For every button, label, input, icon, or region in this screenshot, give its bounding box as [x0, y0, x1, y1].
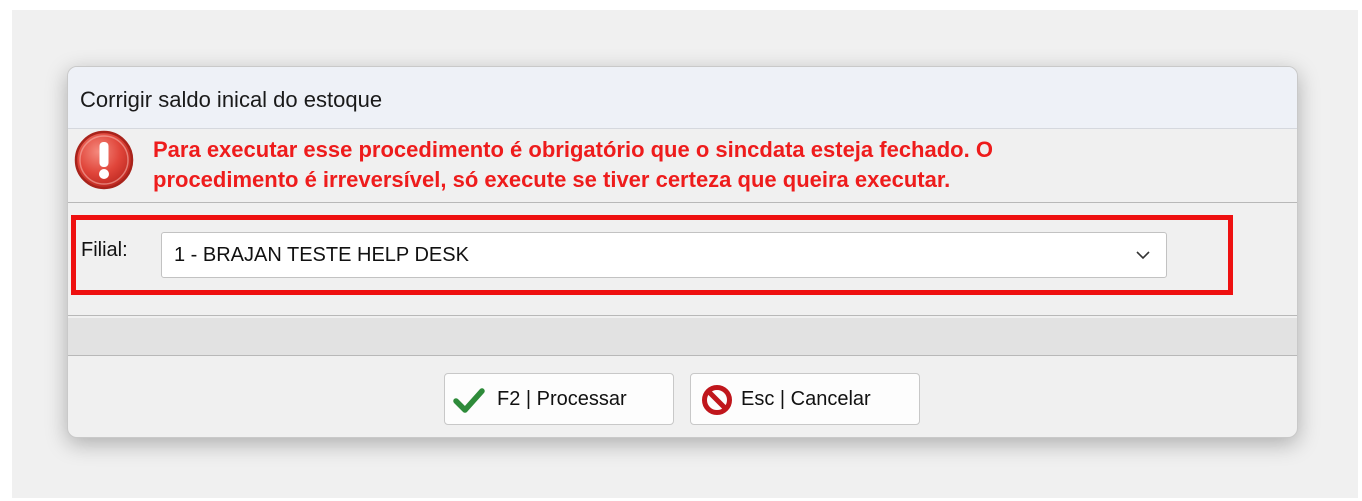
cancel-button-label: Esc | Cancelar	[741, 388, 871, 410]
warning-line-1: Para executar esse procedimento é obriga…	[153, 137, 993, 162]
no-entry-icon	[702, 385, 732, 415]
exclamation-icon	[74, 130, 134, 190]
process-button-label: F2 | Processar	[497, 388, 627, 410]
warning-line-2: procedimento é irreversível, só execute …	[153, 167, 951, 192]
checkmark-icon	[453, 388, 485, 413]
filial-select[interactable]: 1 - BRAJAN TESTE HELP DESK	[161, 232, 1167, 278]
process-button[interactable]: F2 | Processar	[444, 373, 674, 425]
cancel-button[interactable]: Esc | Cancelar	[690, 373, 920, 425]
filial-label: Filial:	[81, 239, 128, 261]
warning-message: Para executar esse procedimento é obriga…	[153, 135, 1283, 195]
chevron-down-icon[interactable]	[1134, 246, 1152, 264]
dialog-titlebar[interactable]: Corrigir saldo inical do estoque	[68, 67, 1297, 129]
dialog-title: Corrigir saldo inical do estoque	[80, 87, 383, 112]
filial-selected-value: 1 - BRAJAN TESTE HELP DESK	[174, 244, 469, 266]
progress-status-bar	[68, 318, 1297, 356]
correct-stock-dialog: Corrigir saldo inical do estoque Para ex…	[67, 66, 1298, 438]
